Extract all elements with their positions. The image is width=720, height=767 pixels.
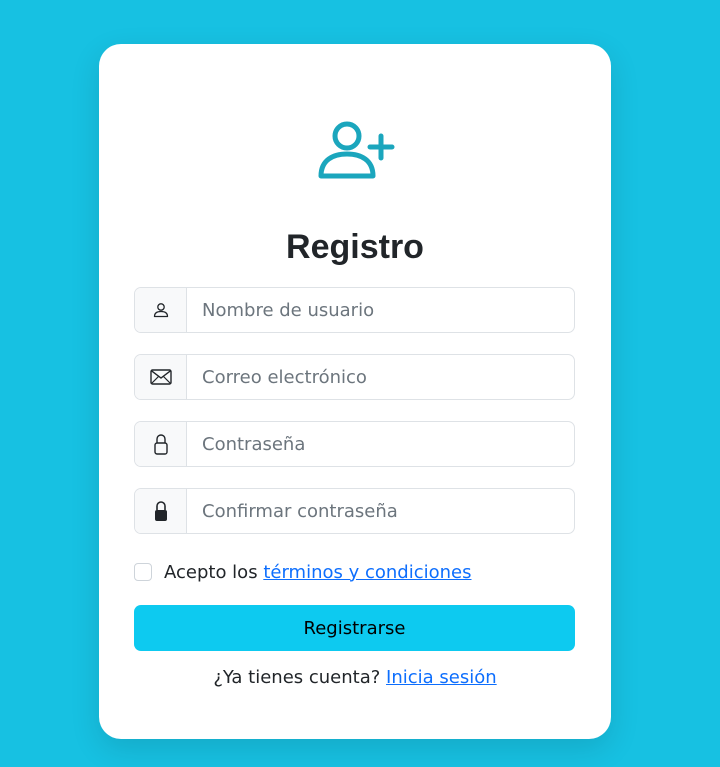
confirm-password-input[interactable] [187, 489, 574, 533]
username-field-group [134, 287, 575, 333]
person-icon [135, 288, 187, 332]
confirm-password-field-group [134, 488, 575, 534]
login-prompt-row: ¿Ya tienes cuenta? Inicia sesión [99, 665, 611, 691]
page-title: Registro [286, 228, 424, 266]
person-add-icon [318, 121, 395, 179]
email-input[interactable] [187, 355, 574, 399]
lock-filled-icon [135, 489, 187, 533]
terms-link[interactable]: términos y condiciones [263, 562, 471, 583]
username-input[interactable] [187, 288, 574, 332]
terms-row: Acepto los términos y condiciones [134, 559, 471, 585]
register-button[interactable]: Registrarse [134, 605, 575, 651]
envelope-icon [135, 355, 187, 399]
lock-outline-icon [135, 422, 187, 466]
login-link[interactable]: Inicia sesión [386, 667, 497, 688]
password-input[interactable] [187, 422, 574, 466]
register-card: Registro Nombre de usuario Correo electr… [99, 44, 611, 739]
login-prompt-text: ¿Ya tienes cuenta? [213, 667, 381, 688]
terms-checkbox[interactable] [134, 563, 152, 581]
email-field-group [134, 354, 575, 400]
terms-label: Acepto los [164, 561, 258, 583]
password-field-group [134, 421, 575, 467]
